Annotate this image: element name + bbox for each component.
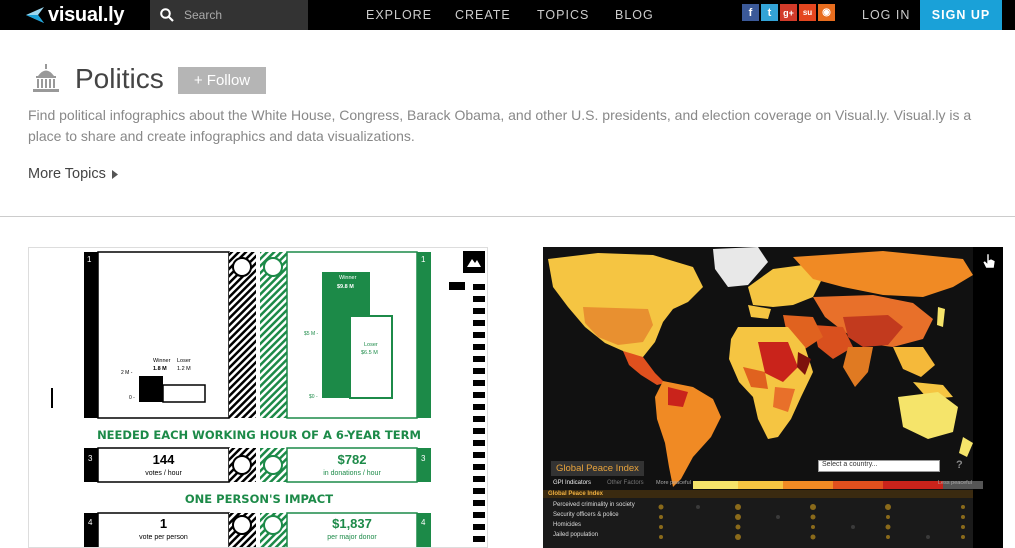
infographic-heading-hourly: NEEDED EACH WORKING HOUR OF A 6-YEAR TER…: [97, 428, 421, 442]
google-plus-icon[interactable]: g+: [780, 4, 797, 21]
capitol-icon: [33, 64, 59, 92]
infographic-heading-impact: ONE PERSON'S IMPACT: [184, 492, 334, 506]
infographic-card-peace-index[interactable]: Global Peace Index Select a country... ?…: [543, 247, 1003, 548]
caret-right-icon: [111, 169, 118, 179]
facebook-icon[interactable]: f: [742, 4, 759, 21]
logo[interactable]: visual.ly: [26, 3, 125, 27]
row3-number: 3: [88, 454, 93, 463]
panel-number-right: 1: [421, 255, 426, 264]
gpi-row-label: Homicides: [553, 522, 582, 528]
twitter-icon[interactable]: t: [761, 4, 778, 21]
signup-button[interactable]: SIGN UP: [920, 0, 1002, 30]
per-donor-label: per major donor: [327, 534, 377, 541]
stumbleupon-icon[interactable]: su: [799, 4, 816, 21]
rss-icon[interactable]: ◉: [818, 4, 835, 21]
search-icon: [160, 8, 174, 22]
gpi-row-label: Perceived criminality in society: [553, 502, 635, 508]
search-box[interactable]: [150, 0, 308, 30]
section-divider: [0, 216, 1015, 217]
right-loser-label: Loser: [364, 342, 378, 348]
top-navbar: visual.ly EXPLORE CREATE TOPICS BLOG f t…: [0, 0, 1015, 30]
gpi-row-label: Security officers & police: [553, 512, 619, 518]
nav-topics[interactable]: TOPICS: [537, 8, 589, 22]
vote-per-person-value: 1: [159, 516, 168, 531]
panel-number: 1: [87, 255, 92, 264]
topic-description: Find political infographics about the Wh…: [28, 107, 972, 144]
left-loser-label: Loser: [177, 358, 191, 364]
more-topics-label: More Topics: [28, 166, 106, 182]
gpi-row-label: Jailed population: [553, 532, 599, 538]
page-title: Politics: [75, 63, 164, 94]
nav-blog[interactable]: BLOG: [615, 8, 654, 22]
country-select[interactable]: Select a country...: [818, 460, 940, 472]
right-winner-value: $9.8 M: [337, 284, 354, 290]
left-winner-label: Winner: [153, 358, 171, 364]
vote-per-person-label: vote per person: [139, 534, 188, 541]
donations-per-hour-value: $782: [337, 452, 367, 467]
donations-per-hour-label: in donations / hour: [323, 470, 381, 477]
row4-number: 4: [88, 518, 93, 527]
right-winner-label: Winner: [339, 275, 357, 281]
more-peaceful-label: More peaceful: [656, 480, 691, 486]
gpi-index-label: Global Peace Index: [548, 491, 604, 497]
per-donor-value: $1,837: [332, 516, 372, 531]
right-loser-value: $6.5 M: [361, 350, 378, 356]
left-loser-value: 1.2 M: [177, 366, 191, 372]
right-tick-top: $5 M -: [304, 331, 319, 337]
logo-text: visual.ly: [48, 3, 125, 26]
more-topics-link[interactable]: More Topics: [28, 166, 118, 182]
votes-per-hour-value: 144: [152, 452, 175, 467]
follow-button[interactable]: + Follow: [178, 67, 266, 94]
nav-create[interactable]: CREATE: [455, 8, 511, 22]
right-tick-bottom: $0 -: [309, 394, 318, 400]
help-icon[interactable]: ?: [956, 459, 963, 471]
social-links: f t g+ su ◉: [742, 4, 835, 21]
left-tick-bottom: 0 -: [129, 395, 135, 401]
votes-per-hour-label: votes / hour: [145, 470, 182, 477]
tab-other-factors[interactable]: Other Factors: [607, 480, 644, 486]
gpi-title: Global Peace Index: [551, 461, 644, 476]
tab-gpi-indicators[interactable]: GPI Indicators: [553, 480, 591, 486]
infographic-card-election[interactable]: 1 1 Winner Loser 1.8 M 1.2 M 2 M - 0 - W…: [28, 247, 488, 548]
mountain-icon[interactable]: [463, 251, 485, 273]
row4-number-right: 4: [421, 518, 426, 527]
row3-number-right: 3: [421, 454, 426, 463]
search-input[interactable]: [184, 8, 294, 22]
nav-explore[interactable]: EXPLORE: [366, 8, 432, 22]
hand-pointer-icon[interactable]: [978, 250, 1000, 272]
logo-icon: [26, 7, 44, 23]
login-link[interactable]: LOG IN: [862, 8, 910, 22]
left-tick-top: 2 M -: [121, 370, 133, 376]
less-peaceful-label: Less peaceful: [938, 480, 972, 486]
left-winner-value: 1.8 M: [153, 366, 167, 372]
